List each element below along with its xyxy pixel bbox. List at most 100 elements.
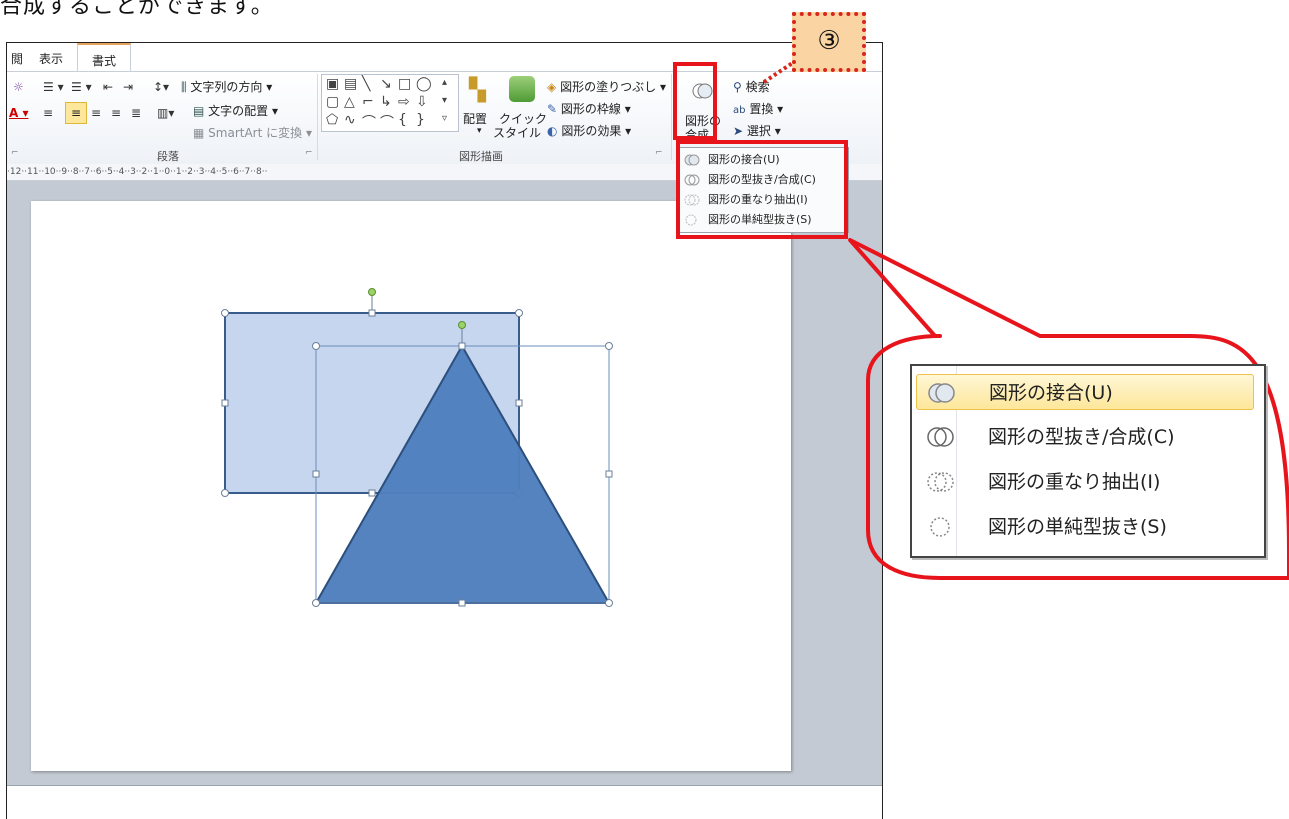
quick-style-label-2[interactable]: スタイル [493,124,541,141]
shape-effects-label: 図形の効果 [561,124,622,138]
find-button[interactable]: ⚲ 検索 [733,78,770,95]
oval-shape-icon: ◯ [416,76,432,92]
slide-workspace [7,181,882,785]
binoculars-icon: ⚲ [733,80,742,94]
zoom-item-label: 図形の単純型抜き(S) [988,516,1167,538]
arrange-button[interactable]: 配置 [463,110,487,127]
numbering-icon[interactable]: ☰ ▾ [71,80,92,94]
indent-increase-icon[interactable]: ⇥ [123,80,133,94]
shape-effects-button[interactable]: ◐ 図形の効果 ▾ [547,122,631,139]
step-badge: ③ [792,12,866,72]
font-color-icon[interactable]: A ▾ [9,106,29,120]
text-direction-icon: ⫼ [181,80,187,94]
rectangle-shape-icon: □ [398,76,412,92]
subtract-icon [684,213,700,234]
menu-item-label: 図形の重なり抽出(I) [708,193,808,206]
select-button[interactable]: ➤ 選択 ▾ [733,122,781,139]
tab-view[interactable]: 表示 [39,50,63,67]
elbow-connector-icon: ⌐ [362,94,374,110]
merge-shapes-label-2: 合成 [685,128,710,142]
bullets-icon[interactable]: ☰ ▾ [43,80,64,94]
notes-pane[interactable] [7,785,882,819]
text-align-icon: ▤ [193,104,205,118]
ribbon-tabs: 閲 表示 書式 [7,43,882,71]
brace-left-icon: { [398,112,407,128]
smartart-button[interactable]: ▦ SmartArt に変換 ▾ [193,124,312,141]
pentagon-shape-icon: ⬠ [326,112,339,128]
subtract-icon [926,515,956,551]
line-icon: ╲ [362,76,371,92]
text-direction-label: 文字列の方向 [190,80,263,94]
justify-icon[interactable]: ≡ [111,106,121,120]
dialog-launcher-icon[interactable]: ⌐ [11,148,19,158]
dialog-launcher-icon[interactable]: ⌐ [305,148,313,158]
zoom-item-label: 図形の型抜き/合成(C) [988,426,1175,448]
vertical-text-box-icon: ▤ [344,76,358,92]
tab-format[interactable]: 書式 [77,43,132,71]
indent-decrease-icon[interactable]: ⇤ [103,80,113,94]
menu-item-subtract[interactable]: 図形の単純型抜き(S) [682,210,842,230]
menu-item-label: 図形の単純型抜き(S) [708,213,812,226]
group-label-paragraph: 段落 [157,150,179,163]
intro-text: 合成することができます。 [0,0,274,19]
shape-fill-label: 図形の塗りつぶし [560,80,657,94]
zoom-item-label: 図形の重なり抽出(I) [988,471,1161,493]
text-align-button[interactable]: ▤ 文字の配置 ▾ [193,102,278,119]
distributed-icon[interactable]: ≣ [131,106,141,120]
elbow-arrow-icon: ↳ [380,94,392,110]
tab-review[interactable]: 閲 [11,50,23,67]
merge-shapes-menu: 図形の接合(U) 図形の型抜き/合成(C) 図形の重なり抽出(I) 図形の単純型… [677,147,849,233]
union-icon [927,381,957,417]
find-label: 検索 [745,80,770,94]
shapes-gallery[interactable]: ▣ ▤ ╲ ↘ □ ◯ ▢ △ ⌐ ↳ ⇨ ⇩ ⬠ ∿ ⌒ ⌒ { } ▴ ▾ … [321,74,459,132]
curve-icon: ⌒ [362,115,376,131]
dialog-launcher-icon[interactable]: ⌐ [655,148,663,158]
paint-bucket-icon: ◈ [547,80,557,94]
zoom-item-subtract[interactable]: 図形の単純型抜き(S) [916,509,1254,545]
triangle-shape-icon: △ [344,94,355,110]
pen-icon: ✎ [547,102,558,116]
text-align-label: 文字の配置 [208,104,269,118]
zoom-item-intersect[interactable]: 図形の重なり抽出(I) [916,464,1254,500]
menu-item-combine[interactable]: 図形の型抜き/合成(C) [682,170,842,190]
right-arrow-shape-icon: ⇨ [398,94,410,110]
replace-icon: ab [733,105,746,116]
group-separator [671,74,672,160]
menu-item-intersect[interactable]: 図形の重なり抽出(I) [682,190,842,210]
slide-shapes [221,288,613,607]
intersect-icon [926,470,956,506]
powerpoint-window: 閲 表示 書式 ☼ ☰ ▾ ☰ ▾ ⇤ ⇥ ↕▾ ⫼ 文字列の方向 ▾ ▤ 文字… [6,42,883,819]
arrow-line-icon: ↘ [380,76,392,92]
menu-item-union[interactable]: 図形の接合(U) [682,150,842,170]
text-direction-button[interactable]: ⫼ 文字列の方向 ▾ [181,78,272,95]
merge-shapes-icon [691,80,713,105]
quick-style-icon [509,76,535,102]
font-tool-icon[interactable]: ☼ [13,80,24,94]
freeform-icon: ∿ [344,112,356,128]
select-label: 選択 [746,124,771,138]
gallery-more-icon: ▿ [442,113,448,124]
effects-icon: ◐ [547,124,558,138]
scroll-up-icon: ▴ [442,77,448,88]
brace-right-icon: } [416,112,425,128]
align-right-icon[interactable]: ≡ [91,106,101,120]
zoom-item-combine[interactable]: 図形の型抜き/合成(C) [916,419,1254,455]
replace-button[interactable]: ab 置換 ▾ [733,100,783,117]
zoomed-merge-menu: 図形の接合(U) 図形の型抜き/合成(C) 図形の重なり抽出(I) 図形の単純型… [910,364,1266,558]
zoom-item-label: 図形の接合(U) [989,382,1113,404]
group-separator [317,74,318,160]
slide-canvas[interactable] [31,201,791,771]
align-center-icon[interactable]: ≡ [65,102,87,124]
menu-item-label: 図形の型抜き/合成(C) [708,173,816,186]
zoom-item-union[interactable]: 図形の接合(U) [916,374,1254,410]
columns-icon[interactable]: ▥▾ [157,106,174,120]
group-label-drawing: 図形描画 [459,150,503,163]
scroll-down-icon: ▾ [442,95,448,106]
align-left-icon[interactable]: ≡ [43,106,53,120]
arrange-dropdown-icon: ▾ [477,126,482,136]
shape-outline-button[interactable]: ✎ 図形の枠線 ▾ [547,100,631,117]
shape-fill-button[interactable]: ◈ 図形の塗りつぶし ▾ [547,78,666,95]
line-spacing-icon[interactable]: ↕▾ [153,80,169,94]
smartart-icon: ▦ [193,126,205,140]
arc-icon: ⌒ [380,115,394,131]
